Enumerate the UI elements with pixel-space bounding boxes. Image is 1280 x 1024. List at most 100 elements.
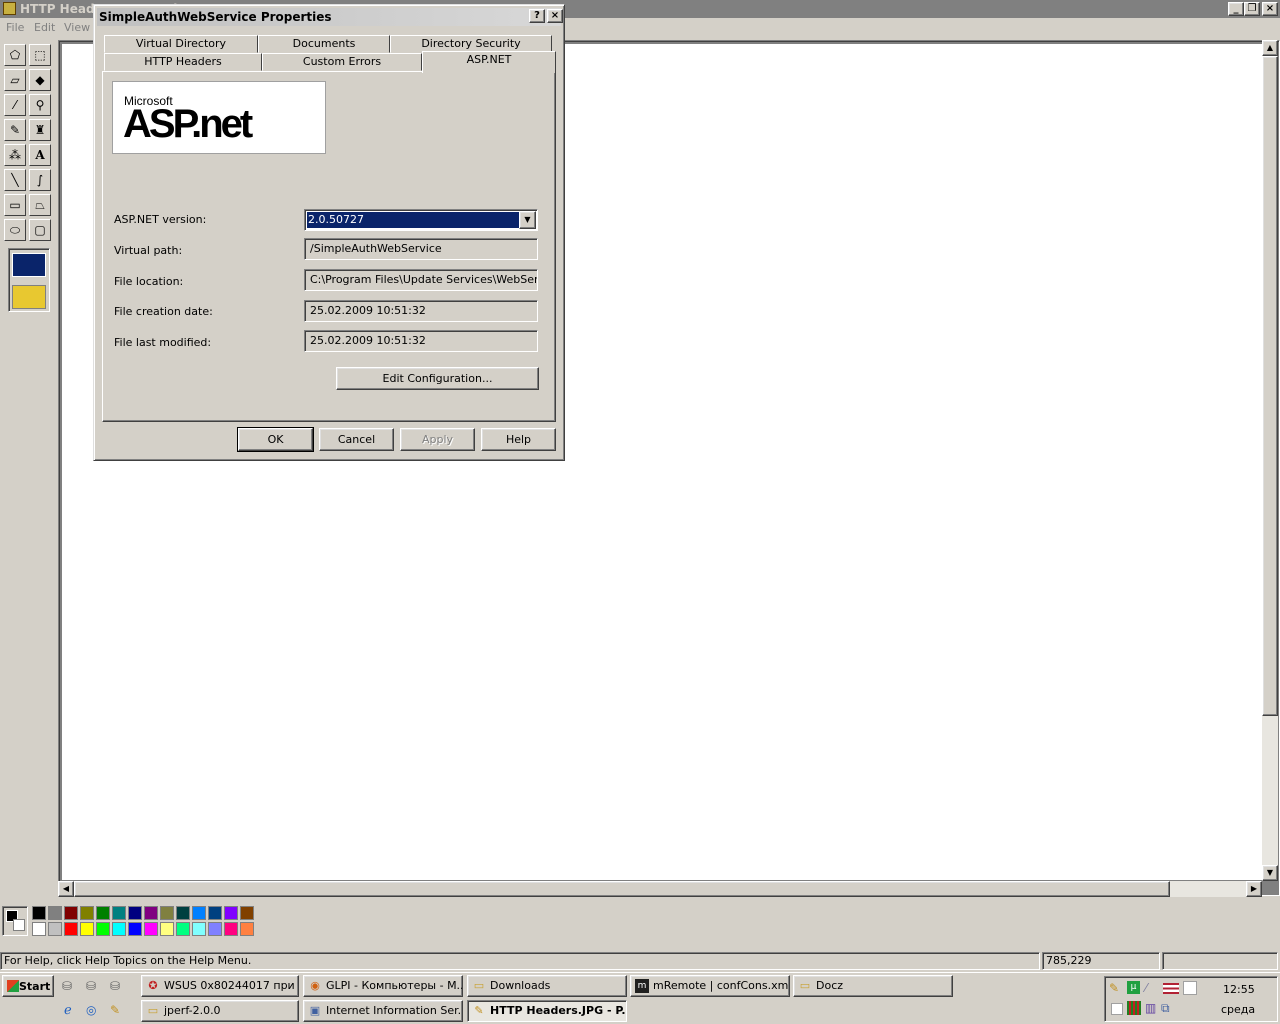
vertical-scroll-thumb[interactable] (1262, 56, 1278, 716)
palette-swatch[interactable] (96, 906, 110, 920)
palette-swatch[interactable] (80, 906, 94, 920)
free-select-icon[interactable]: ⬠ (4, 44, 26, 66)
tray-tool-icon[interactable]: ✎ (1109, 981, 1119, 995)
tab-virtual-directory[interactable]: Virtual Directory (104, 35, 258, 53)
minimize-button[interactable]: _ (1228, 2, 1244, 16)
task-docz[interactable]: ▭ Docz (793, 975, 953, 997)
palette-swatch[interactable] (224, 922, 238, 936)
ellipse-icon[interactable]: ⬭ (4, 219, 26, 241)
palette-swatch[interactable] (176, 906, 190, 920)
palette-swatch[interactable] (112, 922, 126, 936)
help-button[interactable]: Help (481, 428, 556, 451)
palette-swatch[interactable] (208, 922, 222, 936)
scroll-down-icon[interactable]: ▼ (1262, 865, 1278, 881)
scroll-up-icon[interactable]: ▲ (1262, 40, 1278, 56)
palette-swatch[interactable] (128, 922, 142, 936)
tool-options[interactable] (8, 248, 50, 312)
task-downloads[interactable]: ▭ Downloads (467, 975, 627, 997)
close-icon[interactable]: × (1262, 2, 1278, 16)
transparent-option-icon[interactable] (12, 285, 46, 309)
horizontal-scroll-thumb[interactable] (74, 881, 1170, 897)
file-last-modified-field[interactable]: 25.02.2009 10:51:32 (304, 330, 538, 352)
quicklaunch-drive-icon[interactable]: ⛁ (62, 979, 72, 993)
vertical-scrollbar[interactable]: ▲ ▼ (1262, 40, 1278, 881)
cancel-button[interactable]: Cancel (319, 428, 394, 451)
palette-swatch[interactable] (112, 906, 126, 920)
tray-chart-icon[interactable]: ▥ (1145, 1001, 1156, 1015)
palette-swatch[interactable] (240, 906, 254, 920)
task-iis[interactable]: ▣ Internet Information Ser... (303, 1000, 463, 1022)
quicklaunch-paint-icon[interactable]: ✎ (110, 1003, 120, 1017)
palette-swatch[interactable] (48, 906, 62, 920)
curve-icon[interactable]: ∫ (29, 169, 51, 191)
tab-documents[interactable]: Documents (258, 35, 390, 53)
tab-http-headers[interactable]: HTTP Headers (104, 53, 262, 71)
magnifier-icon[interactable]: ⚲ (29, 94, 51, 116)
palette-swatch[interactable] (160, 906, 174, 920)
tray-language-flag-icon[interactable] (1163, 983, 1179, 994)
text-tool-icon[interactable]: A (29, 144, 51, 166)
opaque-option-icon[interactable] (12, 253, 46, 277)
tray-pen-icon[interactable]: ⁄ (1145, 981, 1147, 995)
fill-icon[interactable]: ◆ (29, 69, 51, 91)
tab-custom-errors[interactable]: Custom Errors (262, 53, 422, 71)
rect-select-icon[interactable]: ⬚ (29, 44, 51, 66)
tray-doc-icon[interactable] (1111, 1003, 1123, 1015)
tray-network-icon[interactable]: ⧉ (1161, 1001, 1170, 1016)
tab-aspnet[interactable]: ASP.NET (422, 51, 556, 73)
line-icon[interactable]: ╲ (4, 169, 26, 191)
horizontal-scrollbar[interactable]: ◀ ▶ (58, 881, 1262, 897)
dialog-close-icon[interactable]: × (547, 9, 563, 23)
rounded-rect-icon[interactable]: ▢ (29, 219, 51, 241)
start-button[interactable]: Start (2, 975, 54, 997)
polygon-icon[interactable]: ⏢ (29, 194, 51, 216)
tray-meter-icon[interactable] (1127, 1001, 1141, 1015)
current-colors[interactable] (2, 906, 28, 936)
file-location-field[interactable]: C:\Program Files\Update Services\WebServ… (304, 269, 538, 291)
palette-swatch[interactable] (32, 906, 46, 920)
eraser-icon[interactable]: ▱ (4, 69, 26, 91)
tray-blank-icon[interactable] (1183, 981, 1197, 995)
pencil-icon[interactable]: ✎ (4, 119, 26, 141)
quicklaunch-drive2-icon[interactable]: ⛁ (86, 979, 96, 993)
palette-swatch[interactable] (192, 906, 206, 920)
rectangle-icon[interactable]: ▭ (4, 194, 26, 216)
palette-swatch[interactable] (128, 906, 142, 920)
palette-swatch[interactable] (192, 922, 206, 936)
palette-swatch[interactable] (48, 922, 62, 936)
edit-configuration-button[interactable]: Edit Configuration... (336, 367, 539, 390)
palette-swatch[interactable] (32, 922, 46, 936)
palette-swatch[interactable] (240, 922, 254, 936)
airbrush-icon[interactable]: ⁂ (4, 144, 26, 166)
scroll-left-icon[interactable]: ◀ (58, 881, 74, 897)
menu-edit[interactable]: Edit (34, 21, 55, 34)
palette-swatch[interactable] (160, 922, 174, 936)
palette-swatch[interactable] (224, 906, 238, 920)
file-creation-date-field[interactable]: 25.02.2009 10:51:32 (304, 300, 538, 322)
task-paint-active[interactable]: ✎ HTTP Headers.JPG - P... (467, 1000, 627, 1022)
menu-file[interactable]: File (6, 21, 24, 34)
apply-button[interactable]: Apply (400, 428, 475, 451)
ok-button[interactable]: OK (237, 427, 314, 452)
scroll-right-icon[interactable]: ▶ (1246, 881, 1262, 897)
palette-swatch[interactable] (176, 922, 190, 936)
brush-icon[interactable]: ♜ (29, 119, 51, 141)
menu-view[interactable]: View (64, 21, 90, 34)
palette-swatch[interactable] (144, 906, 158, 920)
task-jperf[interactable]: ▭ jperf-2.0.0 (141, 1000, 299, 1022)
palette-swatch[interactable] (96, 922, 110, 936)
help-icon[interactable]: ? (529, 9, 545, 23)
quicklaunch-outlook-icon[interactable]: ◎ (86, 1003, 96, 1017)
palette-swatch[interactable] (64, 906, 78, 920)
task-wsus[interactable]: ✪ WSUS 0x80244017 при ... (141, 975, 299, 997)
virtual-path-field[interactable]: /SimpleAuthWebService (304, 238, 538, 260)
task-mremote[interactable]: m mRemote | confCons.xml (630, 975, 790, 997)
palette-swatch[interactable] (64, 922, 78, 936)
tray-utorrent-icon[interactable]: µ (1127, 981, 1140, 994)
quicklaunch-ie-icon[interactable]: ℯ (64, 1003, 72, 1018)
task-glpi[interactable]: ◉ GLPI - Компьютеры - M... (303, 975, 463, 997)
chevron-down-icon[interactable]: ▼ (519, 211, 536, 229)
quicklaunch-drive3-icon[interactable]: ⛁ (110, 979, 120, 993)
aspnet-version-select[interactable]: 2.0.50727 ▼ (304, 209, 538, 231)
palette-swatch[interactable] (80, 922, 94, 936)
